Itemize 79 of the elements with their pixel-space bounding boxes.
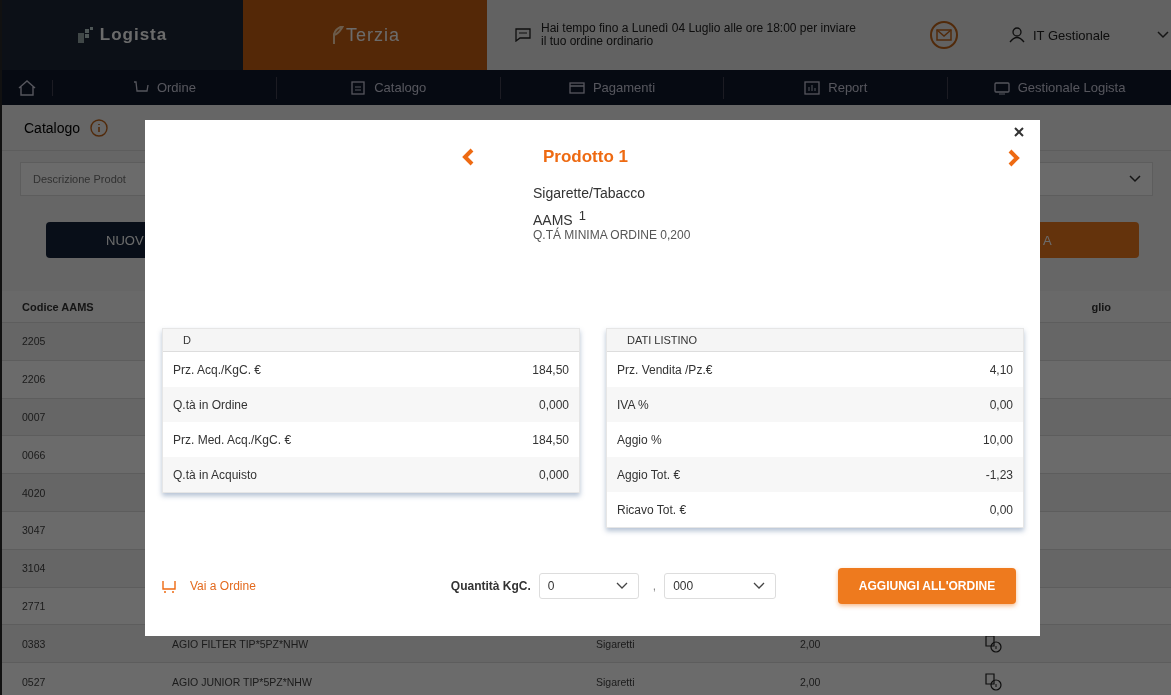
column-header[interactable]: Codice AAMS (22, 300, 94, 313)
row-value: 184,50 (532, 362, 569, 377)
row-label: Prz. Vendita /Pz.€ (617, 362, 713, 377)
table-cell-text: Sigaretti (596, 675, 636, 688)
row-label: Q.tà in Ordine (173, 397, 248, 412)
table-heading: DATI LISTINO (607, 329, 1023, 352)
caret-icon (753, 582, 766, 590)
nav-tab[interactable]: Report (724, 76, 949, 99)
card-icon (568, 80, 585, 95)
row-value: 10,00 (982, 432, 1013, 447)
table-cell-text: 0007 (21, 411, 47, 423)
row-value: 184,50 (532, 432, 569, 447)
row-value: -1,23 (985, 467, 1013, 482)
next-icon[interactable] (1007, 149, 1021, 167)
nav-tab[interactable]: Gestionale Logista (948, 76, 1171, 99)
row-label: Ricavo Tot. € (617, 502, 687, 517)
info-icon[interactable] (90, 118, 109, 137)
row-label: Aggio Tot. € (617, 467, 681, 482)
nav-tab[interactable]: Pagamenti (500, 76, 725, 99)
close-icon[interactable] (1014, 127, 1024, 137)
integer-select[interactable]: 0 (538, 573, 639, 599)
chart-icon (804, 80, 821, 95)
table-cell-text: 2,00 (800, 675, 822, 688)
table-cell-text: 3047 (21, 524, 47, 537)
deadline-notice: Hai tempo fino a Lunedì 04 Luglio alle ore 18:00 per inviare il tuo ordine ordinario (541, 22, 857, 48)
caret-icon (1129, 174, 1141, 183)
row-value: 4,10 (989, 362, 1013, 377)
decimal-select[interactable]: 000 (664, 573, 777, 599)
go-to-order-link[interactable]: Vai a Ordine (162, 579, 256, 593)
mail-icon[interactable] (929, 20, 959, 50)
cart-icon (162, 579, 176, 593)
quantity-label: Quantità KgC. (450, 579, 531, 593)
caret-icon (615, 582, 628, 590)
monitor-icon (993, 80, 1010, 95)
note-info-icon[interactable] (984, 634, 1002, 653)
row-label: Q.tà in Acquisto (173, 467, 258, 482)
product-category: Sigarette/Tabacco (533, 185, 647, 201)
row-label: Prz. Acq./KgC. € (173, 362, 262, 377)
table-heading: D (163, 329, 579, 352)
row-value: 0,00 (989, 397, 1013, 412)
row-label: Aggio % (617, 432, 662, 447)
row-label: IVA % (617, 397, 649, 412)
nav-tab[interactable]: Catalogo (276, 76, 501, 99)
table-cell-text: 4020 (21, 486, 47, 499)
table-cell-text: Sigaretti (596, 637, 636, 650)
leaf-icon (330, 26, 344, 44)
user-menu[interactable]: IT Gestionale (1009, 27, 1169, 43)
logo-text: Logista (99, 25, 168, 45)
nav-tab[interactable]: Ordine (53, 76, 277, 99)
row-value: 0,000 (538, 397, 569, 412)
table-cell-text: 2771 (21, 599, 47, 612)
product-title: Prodotto 1 (543, 147, 628, 167)
previous-icon[interactable] (461, 148, 475, 166)
table-cell-text: 2,00 (800, 637, 822, 650)
column-header[interactable]: glio (1091, 300, 1111, 313)
home-icon (18, 79, 36, 96)
chat-icon (515, 28, 531, 42)
table-cell-text: 0383 (21, 637, 47, 650)
row-value: 0,000 (538, 467, 569, 482)
code-value: 1 (578, 208, 586, 223)
row-value: 0,00 (989, 502, 1013, 517)
caret-icon (1157, 31, 1169, 39)
page-title: Catalogo (24, 119, 81, 136)
row-label: Prz. Med. Acq./KgC. € (173, 432, 292, 447)
add-to-order-button[interactable]: AGGIUNGI ALL'ORDINE (838, 568, 1016, 604)
table-cell-text: 3104 (21, 562, 47, 575)
table-cell-text: AGIO JUNIOR TIP*5PZ*NHW (172, 675, 313, 688)
cart-icon (132, 80, 149, 95)
partner-logo-text: Terzia (346, 24, 400, 46)
document-icon (350, 80, 367, 95)
table-cell-text: AGIO FILTER TIP*5PZ*NHW (172, 637, 310, 650)
table-cell-text: 0527 (21, 675, 47, 688)
minimum-order-text: Q.TÁ MINIMA ORDINE 0,200 (533, 228, 692, 242)
table-cell-text: 2206 (21, 373, 47, 386)
code-label: AAMS (533, 212, 573, 228)
user-icon (1009, 27, 1025, 43)
table-cell-text: 0066 (21, 448, 47, 461)
table-cell-text: 2205 (21, 335, 47, 348)
decimal-separator: , (652, 579, 657, 593)
